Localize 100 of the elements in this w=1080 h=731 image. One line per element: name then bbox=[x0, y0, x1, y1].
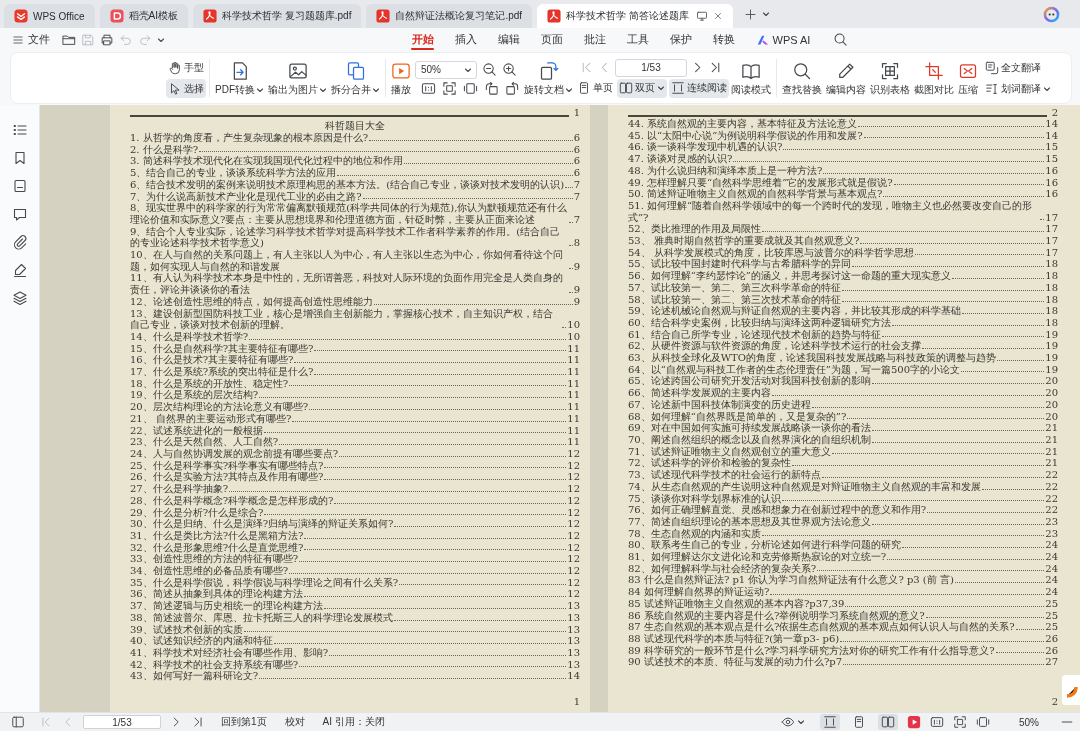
toc-page-number: 24 bbox=[1045, 551, 1058, 563]
toc-entry: 73、试述现代科学技术的社会运行的新特点 bbox=[628, 469, 821, 481]
monitor-icon[interactable] bbox=[695, 10, 708, 22]
toc-entry: 24、人与自然协调发展的观念前提有哪些要点? bbox=[130, 448, 339, 460]
pdf-file-icon bbox=[547, 9, 562, 23]
list-icon[interactable] bbox=[11, 122, 28, 138]
window-tab[interactable]: 科学技术哲学 复习题题库.pdf bbox=[192, 4, 362, 28]
file-menu-button[interactable]: 文件 bbox=[8, 29, 54, 50]
toc-page-number: 19 bbox=[1045, 363, 1058, 376]
ribbon-tab[interactable]: 开始 bbox=[401, 28, 444, 51]
fit-width-icon[interactable] bbox=[976, 715, 990, 729]
toc-page-number: 18 bbox=[1045, 316, 1058, 329]
zoom-level[interactable]: 50% bbox=[1019, 716, 1039, 728]
plus-icon[interactable] bbox=[743, 7, 757, 21]
zoom-out-icon[interactable] bbox=[482, 62, 497, 77]
toc-page-number: 9 bbox=[573, 295, 580, 308]
toc-page-number: 11 bbox=[567, 342, 580, 355]
search-icon[interactable] bbox=[832, 32, 848, 47]
page-icon[interactable] bbox=[11, 178, 28, 194]
layers-icon[interactable] bbox=[11, 290, 28, 306]
hand-icon bbox=[168, 60, 182, 75]
panel-icon[interactable] bbox=[11, 715, 25, 729]
compress-button[interactable]: 压缩 bbox=[956, 58, 980, 98]
reading-mode-button[interactable]: 阅读模式 bbox=[729, 58, 773, 98]
ribbon-tab[interactable]: 插入 bbox=[444, 28, 487, 51]
single-page-button[interactable]: 单页 bbox=[575, 78, 615, 98]
split-merge-button[interactable]: 拆分合并 bbox=[329, 58, 382, 98]
rotate-right-icon[interactable] bbox=[505, 80, 520, 96]
toc-entry: 68、如何理解“自然界既是简单的，又是复杂的”? bbox=[628, 410, 847, 423]
comment-icon[interactable] bbox=[11, 206, 28, 222]
window-tab[interactable]: 自然辩证法概论复习笔记.pdf bbox=[366, 4, 533, 28]
caret-icon[interactable] bbox=[797, 718, 805, 726]
select-tool-button[interactable]: 选择 bbox=[166, 79, 206, 98]
double-page-icon[interactable] bbox=[878, 714, 898, 730]
window-tab[interactable]: WPS Office bbox=[4, 4, 95, 28]
table-recognize-button[interactable]: 识别表格 bbox=[868, 58, 912, 98]
caret-icon[interactable] bbox=[761, 10, 770, 18]
continuous-page-icon[interactable] bbox=[820, 714, 840, 730]
ribbon-tab[interactable]: 页面 bbox=[530, 28, 573, 51]
toc-entry: 13、建设创新型国防科技工业，核心是增强自主创新能力，掌握核心技术，自主知识产权，结合自己专业，谈谈对技术创新的理解。 bbox=[130, 307, 554, 331]
ring-icon[interactable] bbox=[1043, 5, 1060, 23]
caret-icon[interactable] bbox=[157, 35, 165, 44]
toc-entry: 33、创造性思维的方法的特征有哪些? bbox=[130, 553, 299, 565]
ribbon-tab[interactable]: 保护 bbox=[659, 28, 702, 51]
word-translate-button[interactable]: 划词翻译 bbox=[983, 79, 1053, 98]
window-tab[interactable]: 稻壳AI模板 bbox=[99, 4, 188, 28]
toc-entry: 44. 系统自然观的主要内容，基本特征及方法论意义 bbox=[628, 118, 858, 130]
toc-page-number: 11 bbox=[567, 424, 580, 437]
toc-page-number: 20 bbox=[1045, 387, 1058, 399]
toc-entry: 61、结合自己所学专业，论述现代技术创新的趋势与特征 bbox=[628, 328, 881, 341]
toc-entry: 77、简述自组织理论的基本思想及其世界观方法论意义 bbox=[628, 515, 871, 528]
toc-page-number: 18 bbox=[1045, 270, 1058, 282]
printer-icon[interactable] bbox=[100, 32, 114, 47]
play-button[interactable]: 播放 bbox=[389, 58, 413, 98]
ribbon-tab[interactable]: 工具 bbox=[616, 28, 659, 51]
last-page-icon[interactable] bbox=[191, 715, 205, 729]
toc-entry: 82、如何理解科学与社会经济的复杂关系? bbox=[628, 562, 817, 575]
window-tab[interactable]: 科学技术哲学 简答论述题库 bbox=[537, 4, 733, 28]
proofread-button[interactable]: 校对 bbox=[284, 715, 305, 729]
rotate-document-button[interactable]: 旋转文档 bbox=[522, 58, 575, 98]
fit-page-icon[interactable] bbox=[442, 80, 457, 96]
toc-page-number: 26 bbox=[1045, 644, 1058, 657]
continuous-reading-button[interactable]: 连续阅读 bbox=[669, 78, 729, 98]
paperclip-icon[interactable] bbox=[11, 234, 28, 250]
single-page-icon bbox=[577, 81, 591, 95]
page-field[interactable]: 1/53 bbox=[83, 715, 161, 729]
double-page-button[interactable]: 双页 bbox=[617, 78, 667, 98]
find-replace-button[interactable]: 查找替换 bbox=[780, 58, 824, 98]
ai-citation-toggle[interactable]: AI 引用：关闭 bbox=[322, 715, 385, 729]
toc-page-number: 12 bbox=[567, 494, 580, 507]
full-translate-button[interactable]: 全文翻译 bbox=[983, 58, 1053, 77]
zoom-select[interactable]: 50% bbox=[415, 60, 477, 79]
actual-size-icon[interactable] bbox=[421, 80, 436, 96]
fit-page-icon[interactable] bbox=[953, 715, 967, 729]
go-first-page-button[interactable]: 回到第1页 bbox=[221, 715, 267, 729]
toc-page-number: 12 bbox=[567, 506, 580, 519]
play-icon[interactable] bbox=[907, 715, 921, 729]
ribbon-tab[interactable]: WPS AI bbox=[745, 28, 821, 51]
pdf-convert-button[interactable]: PDF转换 bbox=[213, 58, 266, 98]
folder-icon[interactable] bbox=[62, 32, 76, 47]
ribbon-tab[interactable]: 转换 bbox=[702, 28, 745, 51]
hand-tool-button[interactable]: 手型 bbox=[166, 58, 206, 77]
ribbon-tab[interactable]: 批注 bbox=[573, 28, 616, 51]
rotate-left-icon[interactable] bbox=[484, 80, 499, 96]
close-icon[interactable] bbox=[712, 11, 723, 21]
screenshot-compare-button[interactable]: 截图对比 bbox=[912, 58, 956, 98]
export-image-button[interactable]: 输出为图片 bbox=[266, 58, 329, 98]
edit-content-button[interactable]: 编辑内容 bbox=[824, 58, 868, 98]
toc-page-number: 14 bbox=[567, 670, 580, 683]
pen-icon[interactable] bbox=[11, 262, 28, 278]
zoom-in-icon[interactable] bbox=[502, 62, 517, 77]
eye-icon[interactable] bbox=[781, 715, 795, 729]
image-icon bbox=[287, 60, 308, 81]
page-field[interactable]: 1/53 bbox=[615, 58, 687, 77]
swoosh-icon[interactable] bbox=[1062, 675, 1080, 705]
actual-size-icon[interactable] bbox=[930, 715, 944, 729]
toc-entry: 20、层次结构理论的方法论意义有哪些? bbox=[130, 401, 309, 413]
fit-width-icon[interactable] bbox=[463, 80, 478, 96]
toc-entry: 23、什么是天然自然、人工自然? bbox=[130, 436, 279, 448]
ribbon-tab[interactable]: 编辑 bbox=[487, 28, 530, 51]
